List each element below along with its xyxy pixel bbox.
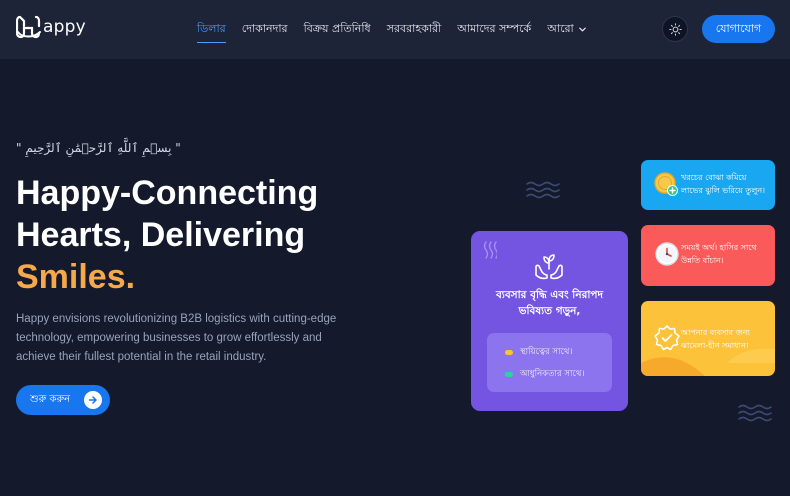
feature-points-panel: স্থায়িত্বের সাথে। আধুনিকতার সাথে। xyxy=(487,333,612,392)
brand-logo[interactable]: appy xyxy=(16,14,86,40)
contact-button[interactable]: যোগাযোগ xyxy=(702,15,775,43)
bismillah-quote: " بِسۡمِ ٱللَّهِ ٱلرَّحۡمَٰنِ ٱلرَّحِيمِ… xyxy=(16,141,181,155)
headline-line-2: Hearts, Delivering xyxy=(16,216,306,254)
headline-dot: . xyxy=(125,258,136,296)
nav-item-shopkeeper[interactable]: দোকানদার xyxy=(242,20,288,39)
feature-point-label: আধুনিকতার সাথে। xyxy=(520,369,585,379)
theme-toggle-button[interactable] xyxy=(662,16,688,42)
feature-card-title: ব্যবসার বৃদ্ধি এবং নিরাপদ ভবিষ্যত গড়ুন, xyxy=(495,289,604,317)
top-navbar: appy ডিলার দোকানদার বিক্রয় প্রতিনিধি সর… xyxy=(0,0,790,59)
nav-item-sales-rep[interactable]: বিক্রয় প্রতিনিধি xyxy=(304,20,371,39)
hero-headline: Happy-Connecting Hearts, Delivering Smil… xyxy=(16,172,376,298)
headline-accent: Smiles xyxy=(16,258,126,296)
bullet-dot xyxy=(505,371,513,377)
feature-point: আধুনিকতার সাথে। xyxy=(505,367,584,381)
wave-decoration-icon xyxy=(738,404,772,422)
get-started-button[interactable]: শুরু করুন xyxy=(16,385,110,415)
bullet-dot xyxy=(505,349,513,355)
headline-line-1: Happy-Connecting xyxy=(16,174,319,212)
benefit-card-solutions: আপনার ব্যবসার জন্য ঝামেলা-হীন সমাধান। xyxy=(641,301,775,376)
chevron-down-icon xyxy=(578,27,586,32)
feature-point: স্থায়িত্বের সাথে। xyxy=(505,345,572,359)
card-wave-icon xyxy=(483,241,497,259)
benefit-card-text: সময়ই অর্থ। হাসির সাথে উন্নতি বাঁচান। xyxy=(681,243,757,265)
nav-item-supplier[interactable]: সরবরাহকারী xyxy=(387,20,442,39)
plant-in-hands-icon xyxy=(535,254,563,280)
brand-name: appy xyxy=(43,17,86,37)
hero-description: Happy envisions revolutionizing B2B logi… xyxy=(16,313,337,363)
benefit-card-text: আপনার ব্যবসার জন্য ঝামেলা-হীন সমাধান। xyxy=(681,328,750,350)
nav-item-dealer[interactable]: ডিলার xyxy=(197,20,226,43)
clock-icon xyxy=(655,242,679,266)
main-menu: ডিলার দোকানদার বিক্রয় প্রতিনিধি সরবরাহক… xyxy=(197,20,603,43)
nav-item-about[interactable]: আমাদের সম্পর্কে xyxy=(457,20,531,39)
sun-icon xyxy=(668,22,682,36)
arrow-right-icon xyxy=(84,391,102,409)
get-started-label: শুরু করুন xyxy=(30,393,71,405)
feature-point-label: স্থায়িত্বের সাথে। xyxy=(520,347,573,357)
nav-more-label: আরো xyxy=(547,22,574,35)
verified-badge-icon xyxy=(654,325,680,351)
coin-add-icon xyxy=(654,172,678,196)
benefit-card-text: খরচের বোঝা কমিয়ে লাভের ঝুলি ভরিয়ে তুলু… xyxy=(681,173,765,195)
benefit-card-savings: খরচের বোঝা কমিয়ে লাভের ঝুলি ভরিয়ে তুলু… xyxy=(641,160,775,210)
benefit-card-time: সময়ই অর্থ। হাসির সাথে উন্নতি বাঁচান। xyxy=(641,225,775,286)
wave-decoration-icon xyxy=(526,181,560,199)
feature-card: ব্যবসার বৃদ্ধি এবং নিরাপদ ভবিষ্যত গড়ুন,… xyxy=(471,231,628,411)
happy-logo-icon xyxy=(16,15,41,39)
nav-item-more[interactable]: আরো xyxy=(547,20,587,39)
